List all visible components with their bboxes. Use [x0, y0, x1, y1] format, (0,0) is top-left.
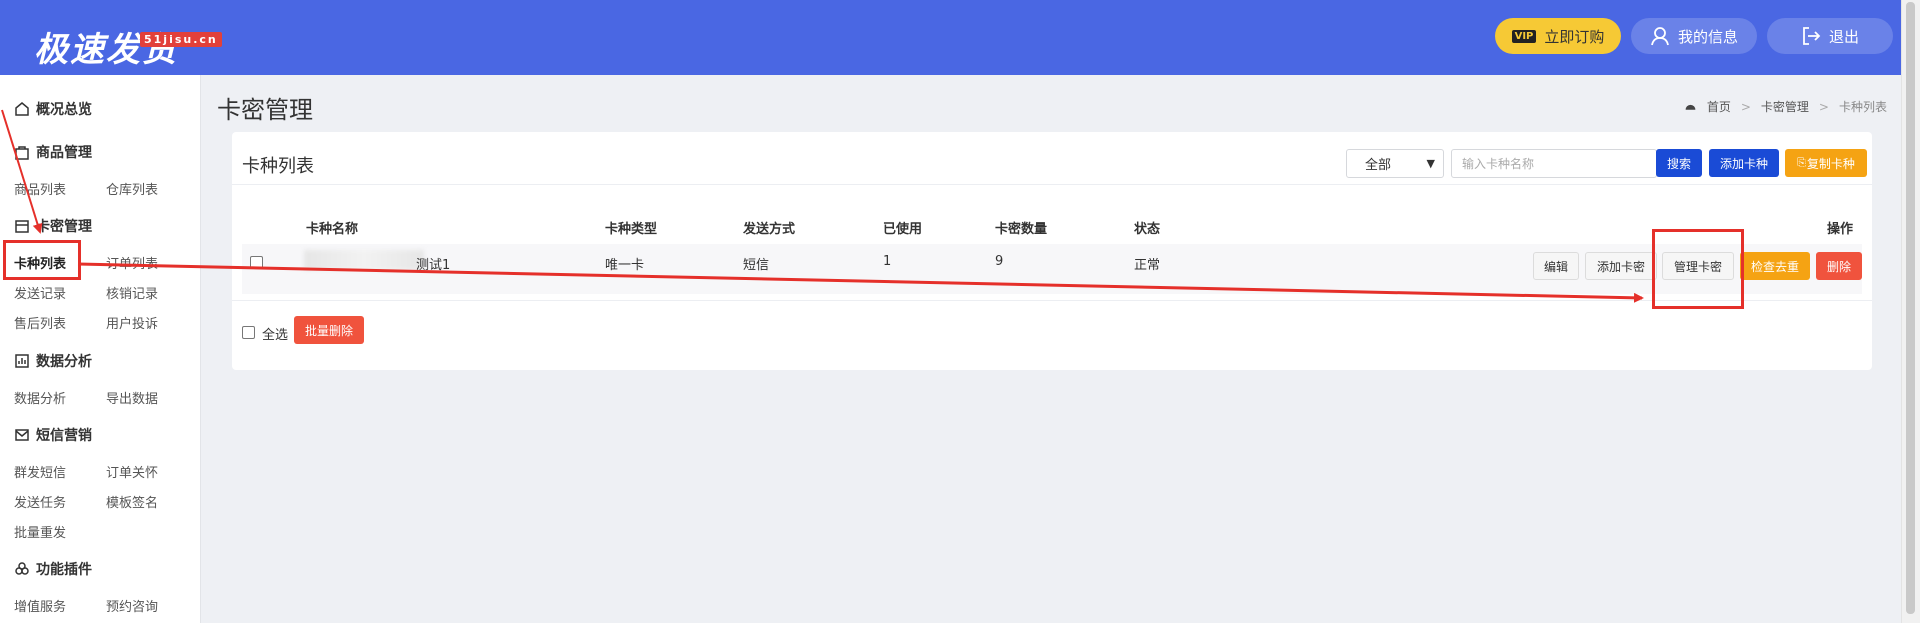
vip-icon: VIP	[1511, 29, 1537, 43]
add-cards-button[interactable]: 添加卡密	[1585, 252, 1657, 280]
user-icon	[1651, 27, 1669, 46]
logout-button[interactable]: 退出	[1767, 18, 1893, 54]
column-header-status: 状态	[1134, 222, 1161, 237]
my-info-button[interactable]: 我的信息	[1631, 18, 1757, 54]
scrollbar-thumb[interactable]	[1906, 2, 1915, 614]
breadcrumb-current: 卡种列表	[1838, 100, 1887, 114]
cell-count: 9	[995, 254, 1004, 269]
card-type-panel: 卡种列表 全部 ▼ 搜索 添加卡种 ⎘ 复制卡种 卡种名称 卡种类型 发送方式 …	[232, 132, 1872, 370]
batch-delete-button[interactable]: 批量删除	[294, 316, 364, 344]
select-all-label[interactable]: 全选	[262, 324, 288, 343]
sidebar-item-after-sales[interactable]: 售后列表	[14, 313, 66, 332]
copy-card-type-button[interactable]: ⎘ 复制卡种	[1785, 149, 1867, 177]
sidebar-item-complaints[interactable]: 用户投诉	[106, 313, 158, 332]
copy-icon: ⎘	[1797, 156, 1806, 169]
breadcrumb-separator: >	[1740, 99, 1751, 114]
buy-now-button[interactable]: VIP 立即订购	[1495, 18, 1621, 54]
sidebar-item-goods-list[interactable]: 商品列表	[14, 179, 66, 198]
column-header-name: 卡种名称	[306, 222, 359, 237]
check-duplicates-button[interactable]: 检查去重	[1740, 252, 1810, 280]
edit-button[interactable]: 编辑	[1533, 252, 1579, 280]
search-input[interactable]	[1451, 149, 1657, 178]
sidebar-goods-title: 商品管理	[36, 145, 92, 161]
add-card-type-button[interactable]: 添加卡种	[1709, 149, 1779, 177]
card-title: 卡种列表	[242, 156, 314, 177]
sidebar: 概况总览 商品管理 商品列表 仓库列表 卡密管理 卡种列表 订单列表 发送记录 …	[0, 75, 201, 623]
cell-status: 正常	[1134, 258, 1161, 273]
card-icon	[15, 220, 29, 233]
sidebar-item-order-care[interactable]: 订单关怀	[106, 462, 158, 481]
copy-card-type-label: 复制卡种	[1806, 156, 1855, 171]
sidebar-item-send-records[interactable]: 发送记录	[14, 283, 66, 302]
column-header-actions: 操作	[1827, 222, 1854, 237]
divider	[232, 184, 1872, 185]
type-filter-select[interactable]: 全部 ▼	[1346, 149, 1444, 178]
column-header-count: 卡密数量	[995, 222, 1048, 237]
sidebar-item-appointment[interactable]: 预约咨询	[106, 596, 158, 615]
sidebar-plugins-title: 功能插件	[36, 562, 92, 578]
select-all-checkbox[interactable]	[242, 326, 255, 339]
breadcrumb-home[interactable]: 首页	[1707, 98, 1731, 115]
cell-send-method: 短信	[743, 258, 770, 273]
sidebar-item-overview[interactable]: 概况总览	[14, 99, 92, 119]
logout-icon	[1803, 27, 1821, 45]
delete-button[interactable]: 删除	[1816, 252, 1862, 280]
sms-icon	[15, 429, 29, 441]
annotation-highlight-card-type-list	[3, 240, 81, 280]
my-info-label: 我的信息	[1677, 27, 1738, 46]
sidebar-item-value-added[interactable]: 增值服务	[14, 596, 66, 615]
sidebar-sms-title: 短信营销	[36, 428, 92, 444]
column-header-type: 卡种类型	[605, 222, 658, 237]
redacted-name	[304, 250, 424, 270]
dashboard-icon	[1685, 104, 1696, 110]
cell-used: 1	[883, 254, 892, 269]
sidebar-section-cards[interactable]: 卡密管理	[14, 216, 92, 236]
top-bar: 极速发货 51jisu.cn VIP 立即订购 我的信息 退出	[0, 0, 1902, 75]
logo-badge: 51jisu.cn	[140, 32, 222, 47]
sidebar-section-analysis[interactable]: 数据分析	[14, 351, 92, 371]
sidebar-item-order-list[interactable]: 订单列表	[106, 253, 158, 272]
cell-name: 测试1	[416, 258, 451, 273]
sidebar-item-data-analysis[interactable]: 数据分析	[14, 388, 66, 407]
sidebar-item-template-sign[interactable]: 模板签名	[106, 492, 158, 511]
chart-icon	[15, 354, 29, 368]
divider	[232, 300, 1872, 301]
page-title: 卡密管理	[217, 96, 313, 124]
breadcrumb-separator: >	[1818, 99, 1829, 114]
sidebar-item-batch-resend[interactable]: 批量重发	[14, 522, 66, 541]
bag-icon	[15, 146, 29, 160]
search-button[interactable]: 搜索	[1656, 149, 1702, 177]
logout-label: 退出	[1828, 27, 1859, 46]
breadcrumb-card-management[interactable]: 卡密管理	[1761, 98, 1809, 115]
sidebar-item-export-data[interactable]: 导出数据	[106, 388, 158, 407]
sidebar-item-verify-records[interactable]: 核销记录	[106, 283, 158, 302]
sidebar-analysis-title: 数据分析	[36, 354, 92, 370]
buy-now-label: 立即订购	[1544, 27, 1605, 46]
vertical-scrollbar[interactable]	[1901, 0, 1920, 623]
sidebar-section-goods[interactable]: 商品管理	[14, 142, 92, 162]
cell-type: 唯一卡	[605, 258, 645, 273]
sidebar-item-warehouse-list[interactable]: 仓库列表	[106, 179, 158, 198]
type-filter-value: 全部	[1365, 158, 1392, 173]
row-checkbox[interactable]	[250, 256, 263, 269]
sidebar-overview-label: 概况总览	[36, 102, 92, 118]
logo[interactable]: 极速发货 51jisu.cn	[34, 22, 222, 71]
sidebar-section-sms[interactable]: 短信营销	[14, 425, 92, 445]
sidebar-cards-title: 卡密管理	[36, 219, 92, 235]
column-header-send-method: 发送方式	[743, 222, 796, 237]
annotation-highlight-manage-cards	[1652, 229, 1744, 309]
sidebar-item-bulk-sms[interactable]: 群发短信	[14, 462, 66, 481]
chevron-down-icon: ▼	[1426, 157, 1435, 170]
sidebar-section-plugins[interactable]: 功能插件	[14, 559, 92, 579]
home-icon	[15, 102, 29, 116]
sidebar-item-send-tasks[interactable]: 发送任务	[14, 492, 66, 511]
breadcrumb: 首页 > 卡密管理 > 卡种列表	[1684, 98, 1887, 115]
column-header-used: 已使用	[883, 222, 923, 237]
plugin-icon	[15, 562, 29, 575]
